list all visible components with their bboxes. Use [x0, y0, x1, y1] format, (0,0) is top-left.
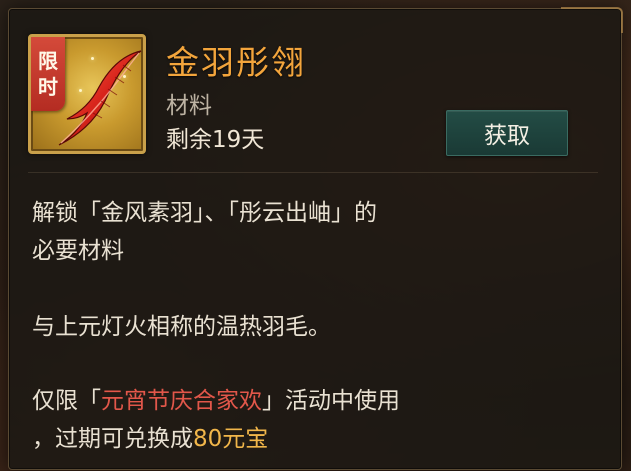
description-flavor-text: 与上元灯火相称的温热羽毛。	[32, 314, 331, 340]
red-feather-icon	[58, 50, 142, 146]
divider	[28, 172, 598, 173]
usage-suffix: 」活动中使用	[262, 388, 400, 414]
usage-prefix: 仅限「	[32, 388, 101, 414]
item-name: 金羽彤翎	[166, 43, 306, 82]
badge-char: 限	[38, 49, 58, 73]
badge-char: 时	[38, 75, 58, 99]
reward-amount: 80元宝	[193, 426, 269, 452]
event-name: 元宵节庆合家欢	[101, 388, 262, 414]
limited-time-badge: 限 时	[31, 37, 65, 111]
description-expiry-line: ，过期可兑换成80元宝	[32, 420, 268, 458]
expiry-prefix: ，过期可兑换成	[32, 426, 193, 452]
time-remaining: 剩余19天	[166, 127, 265, 153]
item-icon-frame: 限 时	[28, 34, 146, 154]
description-line: 解锁「金风素羽」、「彤云出岫」的	[32, 200, 377, 226]
obtain-button[interactable]: 获取	[446, 110, 568, 156]
panel-corner-ornament	[561, 7, 623, 33]
item-type: 材料	[166, 93, 212, 119]
description-line: 必要材料	[32, 238, 124, 264]
description-usage-line: 仅限「元宵节庆合家欢」活动中使用	[32, 382, 400, 420]
